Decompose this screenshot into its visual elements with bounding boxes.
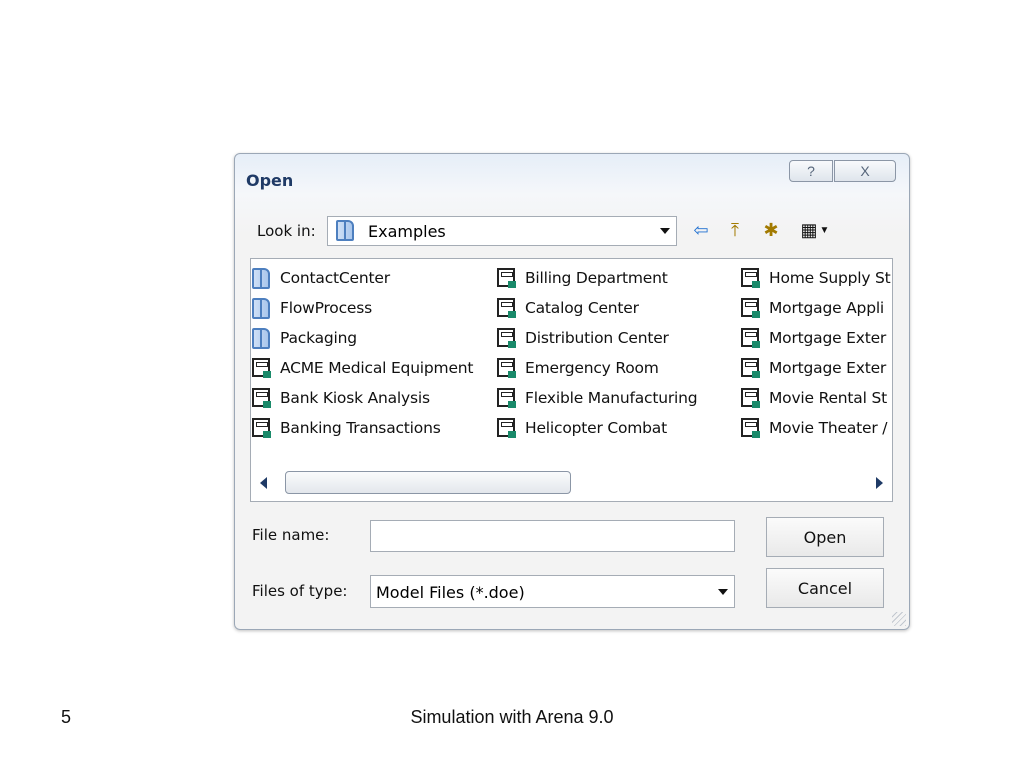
view-menu-icon: ▦ <box>800 219 818 240</box>
file-list-item[interactable]: Catalog Center <box>496 297 736 321</box>
file-list-item[interactable]: Flexible Manufacturing <box>496 387 736 411</box>
file-list-item[interactable]: Movie Rental St <box>740 387 892 411</box>
view-menu-button[interactable]: ▦ ▼ <box>795 218 835 242</box>
file-list-item[interactable]: Movie Theater / <box>740 417 892 441</box>
back-arrow-icon: ⇦ <box>693 219 709 240</box>
open-button[interactable]: Open <box>766 517 884 557</box>
file-list-item[interactable]: Distribution Center <box>496 327 736 351</box>
horizontal-scrollbar[interactable] <box>251 467 892 497</box>
view-menu-chevron-icon: ▼ <box>819 224 830 236</box>
model-file-icon <box>741 358 760 378</box>
file-type-label: Files of type: <box>252 582 348 600</box>
resize-grip[interactable] <box>892 612 906 626</box>
file-list-item[interactable]: Emergency Room <box>496 357 736 381</box>
file-name-input[interactable] <box>370 520 735 552</box>
file-name-text: Mortgage Exter <box>769 359 887 377</box>
open-dialog: Open ? X Look in: Examples ⇦ ⤒ ✱ ▦ ▼ Con… <box>234 153 910 630</box>
file-name-text: FlowProcess <box>280 299 372 317</box>
model-file-icon <box>741 298 760 318</box>
file-name-text: Billing Department <box>525 269 668 287</box>
model-file-icon <box>252 358 271 378</box>
file-name-text: Catalog Center <box>525 299 639 317</box>
file-name-text: Packaging <box>280 329 357 347</box>
file-list-item[interactable]: Mortgage Exter <box>740 327 892 351</box>
model-file-icon <box>497 298 516 318</box>
file-name-text: ACME Medical Equipment <box>280 359 474 377</box>
folder-icon <box>252 268 270 289</box>
model-file-icon <box>497 418 516 438</box>
file-name-text: Movie Rental St <box>769 389 887 407</box>
chevron-down-icon <box>718 588 728 595</box>
file-list-item[interactable]: Home Supply St <box>740 267 892 291</box>
file-list-item[interactable]: Helicopter Combat <box>496 417 736 441</box>
scrollbar-thumb[interactable] <box>285 471 571 494</box>
folder-icon <box>252 328 270 349</box>
model-file-icon <box>741 268 760 288</box>
model-file-icon <box>741 328 760 348</box>
model-file-icon <box>497 358 516 378</box>
scroll-left-arrow-icon[interactable] <box>260 477 267 489</box>
file-name-text: Mortgage Appli <box>769 299 885 317</box>
scroll-right-arrow-icon[interactable] <box>876 477 883 489</box>
look-in-value: Examples <box>368 222 446 241</box>
new-folder-icon: ✱ <box>763 219 779 240</box>
cancel-button[interactable]: Cancel <box>766 568 884 608</box>
model-file-icon <box>741 418 760 438</box>
look-in-label: Look in: <box>257 222 316 240</box>
help-button[interactable]: ? <box>789 160 833 182</box>
chevron-down-icon <box>660 228 670 234</box>
file-name-label: File name: <box>252 526 330 544</box>
file-name-text: Bank Kiosk Analysis <box>280 389 430 407</box>
close-button[interactable]: X <box>834 160 896 182</box>
file-list-item[interactable]: FlowProcess <box>251 297 491 321</box>
file-name-text: Mortgage Exter <box>769 329 887 347</box>
file-list-item[interactable]: Mortgage Appli <box>740 297 892 321</box>
look-in-dropdown[interactable]: Examples <box>327 216 677 246</box>
file-list-item[interactable]: Bank Kiosk Analysis <box>251 387 491 411</box>
model-file-icon <box>252 388 271 408</box>
dialog-title: Open <box>246 171 294 190</box>
up-folder-button[interactable]: ⤒ <box>723 218 747 242</box>
file-name-text: Helicopter Combat <box>525 419 667 437</box>
file-list-item[interactable]: Billing Department <box>496 267 736 291</box>
model-file-icon <box>252 418 271 438</box>
file-list-item[interactable]: Mortgage Exter <box>740 357 892 381</box>
file-type-value: Model Files (*.doe) <box>376 583 525 602</box>
title-bar[interactable]: Open ? X <box>235 154 909 198</box>
model-file-icon <box>497 388 516 408</box>
folder-icon <box>336 220 354 241</box>
file-name-text: Emergency Room <box>525 359 659 377</box>
file-list-item[interactable]: ContactCenter <box>251 267 491 291</box>
file-name-text: Movie Theater / <box>769 419 888 437</box>
new-folder-button[interactable]: ✱ <box>757 218 785 242</box>
file-name-text: Banking Transactions <box>280 419 441 437</box>
file-name-text: Home Supply St <box>769 269 891 287</box>
file-list[interactable]: ContactCenter FlowProcess Packaging ACME Me… <box>250 258 893 502</box>
file-name-text: Flexible Manufacturing <box>525 389 698 407</box>
model-file-icon <box>497 268 516 288</box>
file-list-item[interactable]: ACME Medical Equipment <box>251 357 491 381</box>
close-icon: X <box>860 163 870 179</box>
file-list-item[interactable]: Packaging <box>251 327 491 351</box>
help-icon: ? <box>807 163 815 179</box>
model-file-icon <box>741 388 760 408</box>
folder-icon <box>252 298 270 319</box>
file-list-item[interactable]: Banking Transactions <box>251 417 491 441</box>
file-name-text: ContactCenter <box>280 269 390 287</box>
up-folder-icon: ⤒ <box>731 219 739 240</box>
back-button[interactable]: ⇦ <box>689 218 713 242</box>
file-type-dropdown[interactable]: Model Files (*.doe) <box>370 575 735 608</box>
model-file-icon <box>497 328 516 348</box>
file-name-text: Distribution Center <box>525 329 669 347</box>
footer-title: Simulation with Arena 9.0 <box>410 707 614 727</box>
